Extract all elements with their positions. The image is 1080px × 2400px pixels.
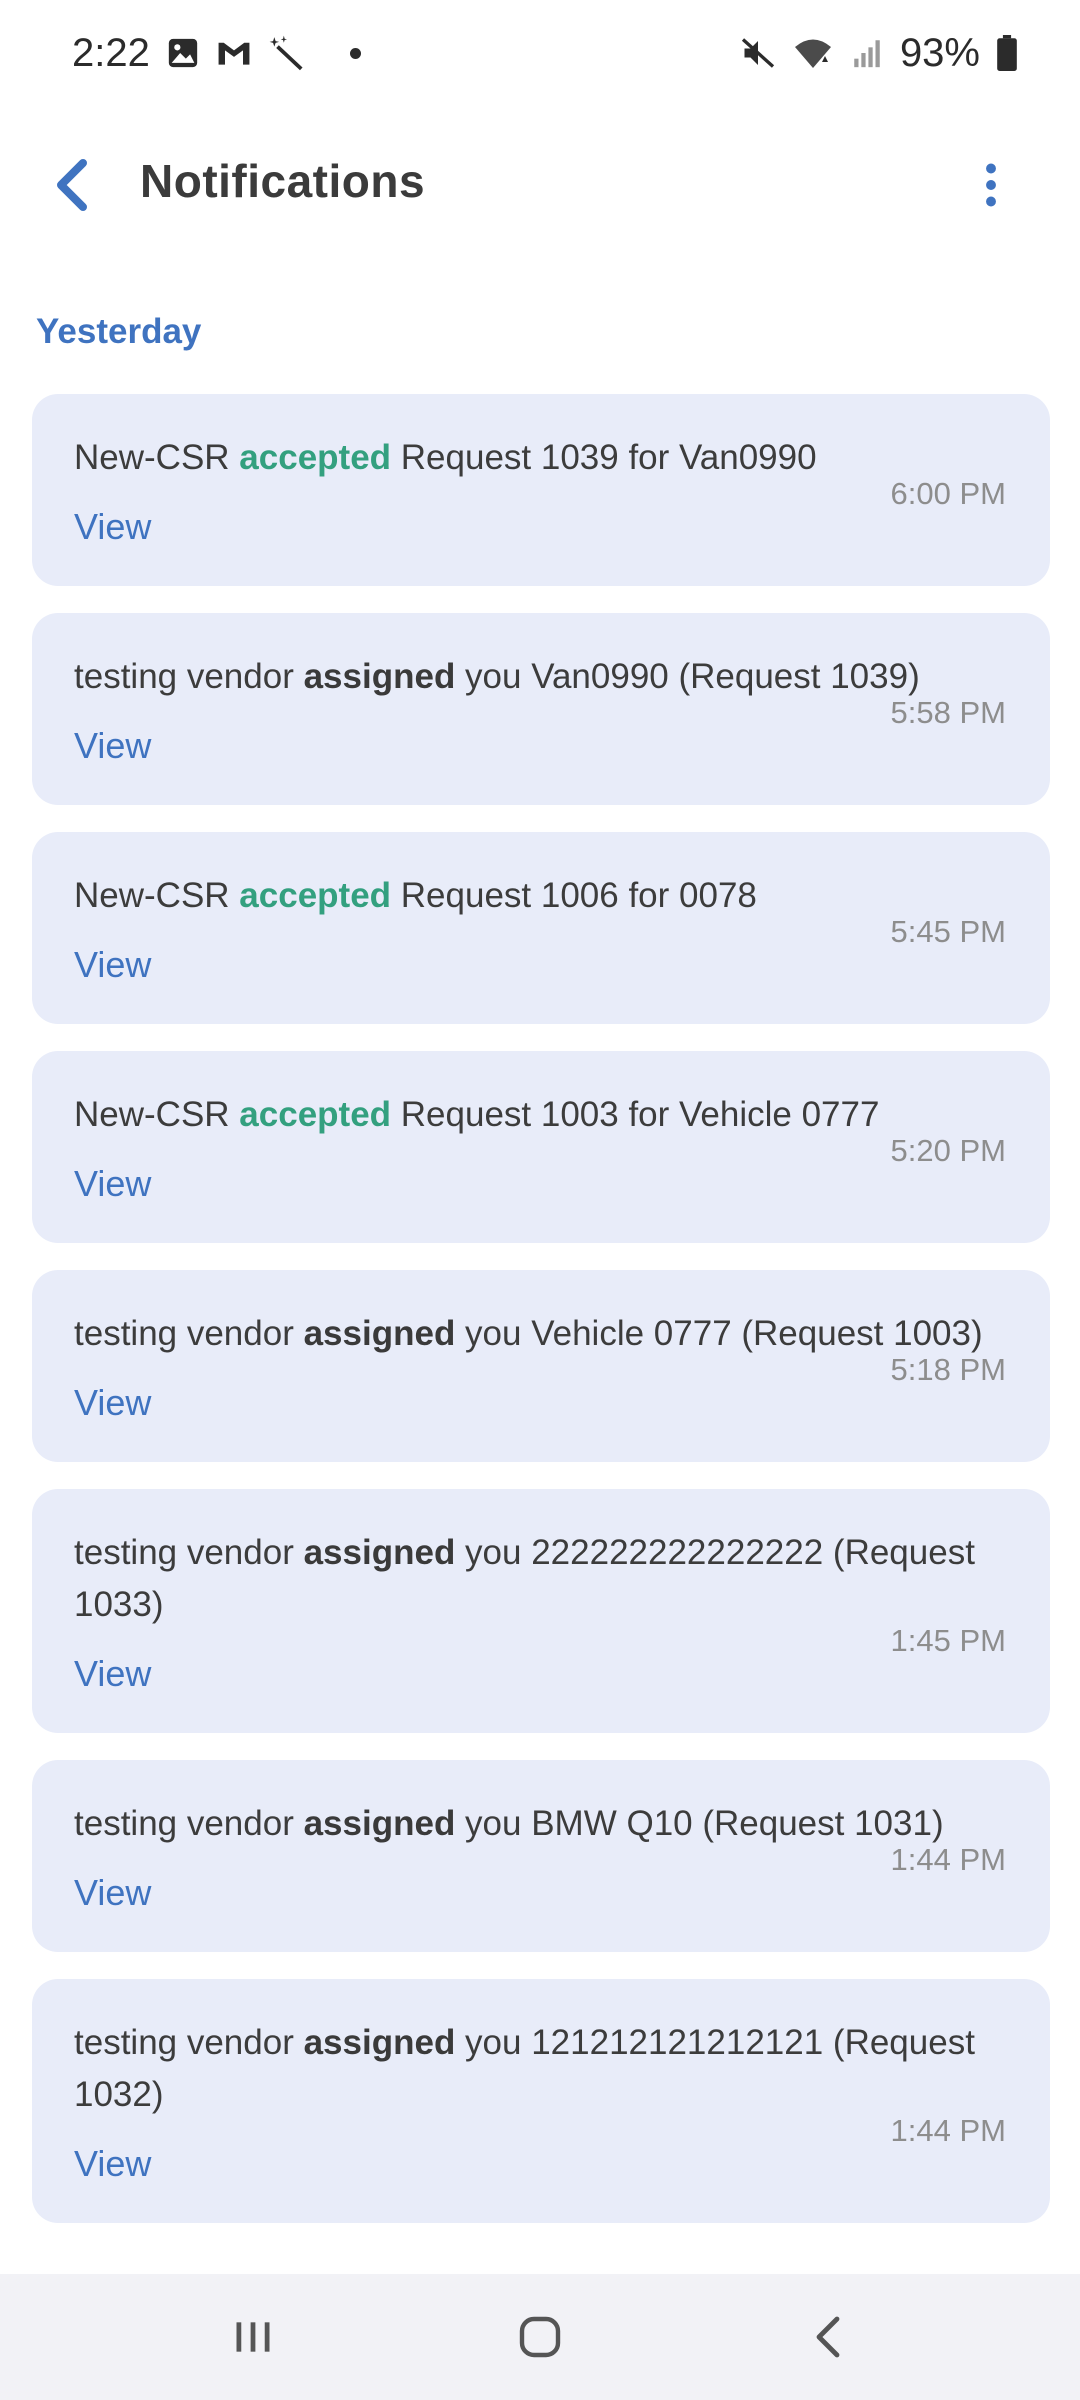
notification-footer: View 5:58 PM — [74, 695, 1006, 775]
wifi-icon — [792, 35, 834, 71]
notification-actor: testing vendor — [74, 1804, 304, 1843]
recents-icon — [236, 2322, 270, 2352]
notification-actor: New-CSR — [74, 438, 240, 477]
mute-icon — [740, 35, 776, 71]
notification-verb: assigned — [303, 1804, 456, 1843]
notification-list: New-CSR accepted Request 1039 for Van099… — [32, 394, 1050, 2250]
notification-message: New-CSR accepted Request 1006 for 0078 — [74, 870, 1006, 922]
more-options-button[interactable] — [958, 150, 1024, 220]
notification-dot-icon — [349, 47, 361, 59]
notification-verb: assigned — [303, 1533, 456, 1572]
notification-time: 6:00 PM — [890, 476, 1006, 511]
notification-actor: testing vendor — [74, 657, 304, 696]
battery-icon — [996, 35, 1018, 71]
back-button[interactable] — [36, 150, 106, 220]
notification-actor: New-CSR — [74, 876, 240, 915]
view-link[interactable]: View — [74, 2143, 151, 2185]
notification-verb: accepted — [239, 876, 392, 915]
gmail-icon — [216, 38, 252, 68]
notification-time: 5:20 PM — [890, 1133, 1006, 1168]
system-nav-bar — [0, 2274, 1080, 2400]
notification-detail: you Van0990 (Request 1039) — [455, 657, 920, 696]
notification-time: 1:44 PM — [890, 2113, 1006, 2148]
notification-actor: testing vendor — [74, 1533, 304, 1572]
nav-back-button[interactable] — [772, 2292, 882, 2382]
notification-card[interactable]: testing vendor assigned you 222222222222… — [32, 1489, 1050, 1733]
battery-percent: 93% — [899, 30, 980, 75]
view-link[interactable]: View — [74, 1163, 151, 1205]
status-time: 2:22 — [72, 30, 150, 75]
notification-card[interactable]: testing vendor assigned you BMW Q10 (Req… — [32, 1760, 1050, 1952]
notification-actor: testing vendor — [74, 1314, 304, 1353]
status-right: 93% — [740, 31, 1018, 76]
image-icon — [166, 36, 200, 70]
notification-verb: assigned — [303, 2023, 456, 2062]
notification-time: 5:18 PM — [890, 1352, 1006, 1387]
notification-footer: View 1:44 PM — [74, 2113, 1006, 2193]
magic-wand-icon — [268, 34, 306, 72]
notification-footer: View 5:45 PM — [74, 914, 1006, 994]
notification-verb: assigned — [303, 1314, 456, 1353]
notification-verb: accepted — [239, 438, 392, 477]
notification-message: testing vendor assigned you Van0990 (Req… — [74, 651, 1006, 703]
notification-detail: Request 1003 for Vehicle 0777 — [391, 1095, 880, 1134]
back-chevron-icon — [57, 159, 87, 211]
view-link[interactable]: View — [74, 1653, 151, 1695]
home-button[interactable] — [485, 2292, 595, 2382]
notification-detail: Request 1039 for Van0990 — [391, 438, 817, 477]
signal-icon — [850, 36, 884, 70]
section-header-yesterday: Yesterday — [36, 312, 202, 351]
notification-message: New-CSR accepted Request 1003 for Vehicl… — [74, 1089, 1006, 1141]
notification-card[interactable]: testing vendor assigned you Vehicle 0777… — [32, 1270, 1050, 1462]
notification-message: testing vendor assigned you Vehicle 0777… — [74, 1308, 1006, 1360]
view-link[interactable]: View — [74, 1382, 151, 1424]
notification-detail: you BMW Q10 (Request 1031) — [455, 1804, 944, 1843]
notification-message: testing vendor assigned you 222222222222… — [74, 1527, 1006, 1631]
notification-footer: View 5:18 PM — [74, 1352, 1006, 1432]
status-left: 2:22 — [72, 31, 361, 76]
notification-time: 5:58 PM — [890, 695, 1006, 730]
nav-back-icon — [816, 2316, 840, 2358]
recents-button[interactable] — [198, 2292, 308, 2382]
view-link[interactable]: View — [74, 725, 151, 767]
view-link[interactable]: View — [74, 506, 151, 548]
status-bar: 2:22 93% — [0, 0, 1080, 106]
notification-card[interactable]: New-CSR accepted Request 1003 for Vehicl… — [32, 1051, 1050, 1243]
notification-time: 1:44 PM — [890, 1842, 1006, 1877]
notification-detail: Request 1006 for 0078 — [391, 876, 757, 915]
more-vert-icon — [986, 163, 996, 207]
notification-detail: you Vehicle 0777 (Request 1003) — [455, 1314, 983, 1353]
notification-footer: View 6:00 PM — [74, 476, 1006, 556]
notification-verb: accepted — [239, 1095, 392, 1134]
notification-footer: View 1:45 PM — [74, 1623, 1006, 1703]
page-title: Notifications — [140, 155, 426, 207]
notification-verb: assigned — [303, 657, 456, 696]
notification-card[interactable]: New-CSR accepted Request 1006 for 0078 Vi… — [32, 832, 1050, 1024]
app-bar: Notifications — [0, 106, 1080, 262]
notification-actor: testing vendor — [74, 2023, 304, 2062]
notification-message: testing vendor assigned you 121212121212… — [74, 2017, 1006, 2121]
view-link[interactable]: View — [74, 944, 151, 986]
notification-card[interactable]: New-CSR accepted Request 1039 for Van099… — [32, 394, 1050, 586]
notification-actor: New-CSR — [74, 1095, 240, 1134]
view-link[interactable]: View — [74, 1872, 151, 1914]
notification-message: testing vendor assigned you BMW Q10 (Req… — [74, 1798, 1006, 1850]
notification-card[interactable]: testing vendor assigned you 121212121212… — [32, 1979, 1050, 2223]
notification-card[interactable]: testing vendor assigned you Van0990 (Req… — [32, 613, 1050, 805]
home-icon — [519, 2316, 561, 2358]
notification-footer: View 5:20 PM — [74, 1133, 1006, 1213]
notification-footer: View 1:44 PM — [74, 1842, 1006, 1922]
notification-message: New-CSR accepted Request 1039 for Van099… — [74, 432, 1006, 484]
notification-time: 5:45 PM — [890, 914, 1006, 949]
notification-time: 1:45 PM — [890, 1623, 1006, 1658]
